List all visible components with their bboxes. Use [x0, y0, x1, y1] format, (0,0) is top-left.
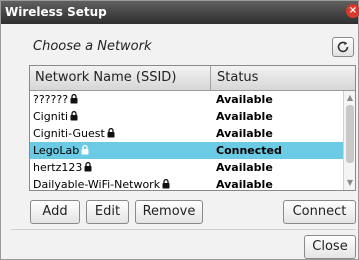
ssid-cell: ??????: [33, 93, 69, 106]
table-row[interactable]: Dailyable-WiFi-Network Available: [30, 176, 343, 191]
scroll-down-icon[interactable]: ▼: [346, 179, 354, 187]
status-cell: Available: [216, 93, 273, 106]
column-header-status[interactable]: Status: [211, 66, 355, 90]
connect-button[interactable]: Connect: [283, 200, 356, 224]
network-header: Choose a Network: [1, 31, 359, 59]
status-cell: Available: [216, 161, 273, 174]
window-title: Wireless Setup: [5, 5, 107, 19]
ssid-cell: Cigniti: [33, 110, 69, 123]
network-table: Network Name (SSID) Status ?????? Availa…: [29, 65, 356, 191]
table-row[interactable]: Cigniti Available: [30, 108, 343, 125]
close-icon[interactable]: ×: [346, 4, 359, 18]
lock-icon: [81, 145, 89, 155]
ssid-cell: hertz123: [33, 161, 83, 174]
refresh-button[interactable]: [332, 37, 354, 57]
lock-icon: [70, 111, 78, 121]
scroll-thumb[interactable]: [346, 105, 354, 163]
add-button[interactable]: Add: [30, 200, 80, 224]
remove-button[interactable]: Remove: [135, 200, 203, 224]
divider: [11, 229, 356, 230]
table-row[interactable]: ?????? Available: [30, 91, 343, 108]
title-bar: Wireless Setup ×: [1, 1, 359, 24]
table-header: Network Name (SSID) Status: [30, 66, 355, 91]
vertical-scrollbar[interactable]: ▲ ▼: [343, 91, 355, 190]
lock-icon: [70, 94, 78, 104]
column-header-ssid[interactable]: Network Name (SSID): [30, 66, 211, 90]
table-row[interactable]: hertz123 Available: [30, 159, 343, 176]
ssid-cell: Cigniti-Guest: [33, 127, 105, 140]
status-cell: Available: [216, 127, 273, 140]
table-row[interactable]: LegoLab Connected: [30, 142, 343, 159]
edit-button[interactable]: Edit: [86, 200, 129, 224]
table-row[interactable]: Cigniti-Guest Available: [30, 125, 343, 142]
ssid-cell: LegoLab: [33, 144, 80, 157]
lock-icon: [84, 162, 92, 172]
wireless-setup-dialog: Wireless Setup × Choose a Network Networ…: [0, 0, 359, 260]
lock-icon: [162, 179, 170, 189]
status-cell: Available: [216, 178, 273, 191]
lock-icon: [107, 128, 115, 138]
scroll-up-icon[interactable]: ▲: [346, 94, 354, 102]
refresh-icon: [337, 41, 349, 53]
table-body: ?????? Available Cigniti Available Cigniti…: [30, 91, 343, 191]
close-button[interactable]: Close: [304, 235, 356, 259]
status-cell: Available: [216, 110, 273, 123]
ssid-cell: Dailyable-WiFi-Network: [33, 178, 161, 191]
status-cell: Connected: [216, 144, 282, 157]
choose-network-label: Choose a Network: [33, 39, 152, 54]
